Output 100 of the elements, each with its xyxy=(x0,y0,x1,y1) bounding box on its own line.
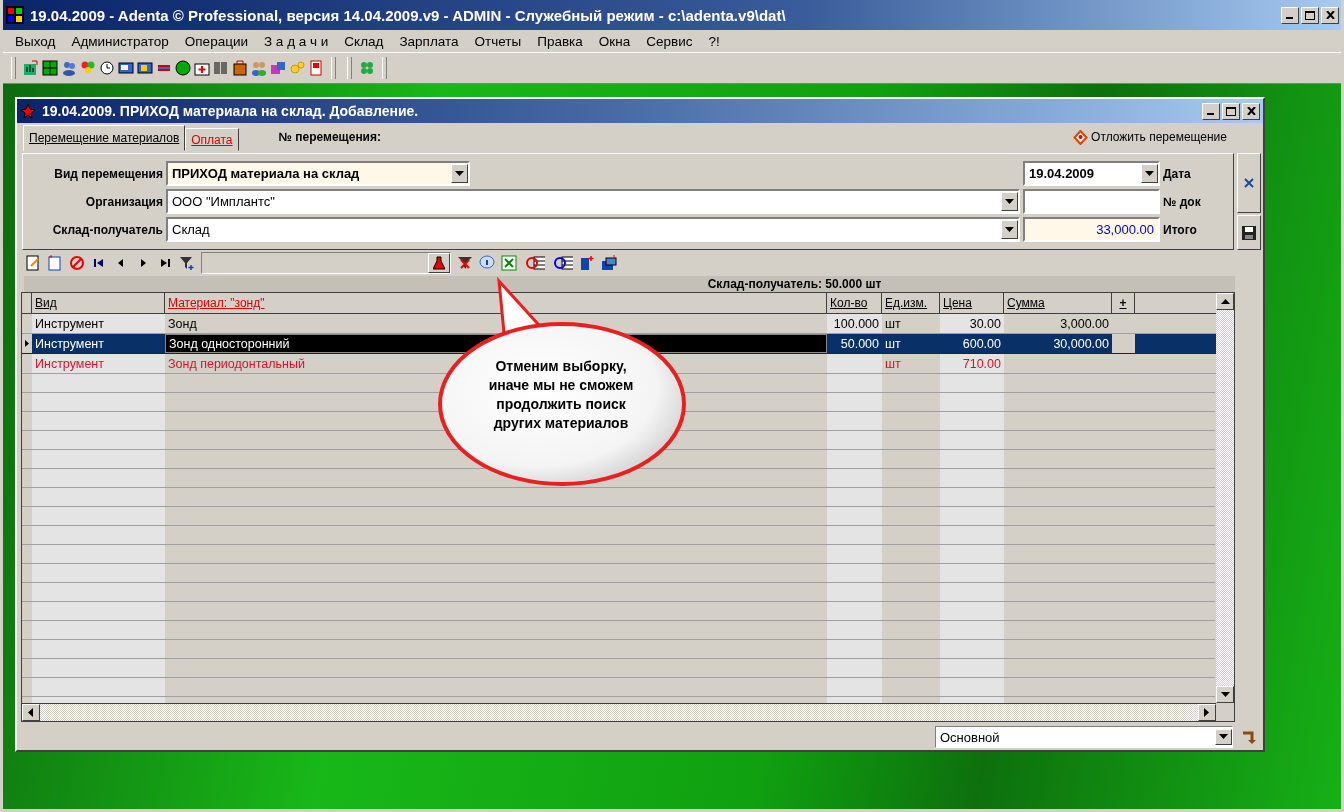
maximize-button[interactable] xyxy=(1222,102,1240,120)
column-header[interactable]: Цена xyxy=(940,293,1004,313)
medkit-icon[interactable] xyxy=(194,60,210,76)
menu-item[interactable]: Выход xyxy=(7,33,64,49)
horizontal-scrollbar[interactable] xyxy=(22,703,1216,721)
minimize-button[interactable] xyxy=(1202,102,1220,120)
scroll-down-button[interactable] xyxy=(1216,686,1234,703)
caret-icon xyxy=(1005,226,1014,233)
table-cell: 30.00 xyxy=(969,316,1001,331)
menu-item[interactable]: Окна xyxy=(590,33,639,49)
column-header[interactable]: + xyxy=(1112,293,1135,313)
table-cell: 710.00 xyxy=(962,356,1001,371)
menu-item[interactable]: Администратор xyxy=(63,33,177,49)
menu-item[interactable]: Правка xyxy=(529,33,591,49)
table-cell: шт xyxy=(885,316,901,331)
document-number-field[interactable] xyxy=(1023,189,1160,214)
new-document-icon[interactable] xyxy=(47,255,63,271)
cabinet-icon[interactable] xyxy=(232,60,248,76)
dropdown-button[interactable] xyxy=(1001,192,1018,211)
maximize-icon xyxy=(1305,10,1315,20)
no-entry-icon[interactable] xyxy=(69,255,85,271)
people-icon[interactable] xyxy=(251,60,267,76)
flask-button[interactable] xyxy=(428,253,450,273)
table-select-icon[interactable] xyxy=(551,255,573,271)
filter-add-icon[interactable] xyxy=(179,255,195,271)
table-icon[interactable] xyxy=(42,60,58,76)
dropdown-button[interactable] xyxy=(451,164,468,183)
minimize-button[interactable] xyxy=(1281,6,1299,24)
warning-diamond-icon xyxy=(1073,129,1089,145)
select-field[interactable]: Склад xyxy=(166,217,1020,242)
edit-document-icon[interactable] xyxy=(25,255,41,271)
caret-icon xyxy=(1145,170,1154,177)
spreadsheet-icon[interactable] xyxy=(501,255,517,271)
table-cell: Инструмент xyxy=(35,316,104,331)
window-add-icon[interactable] xyxy=(601,255,617,271)
menu-item[interactable]: Сервис xyxy=(638,33,701,49)
menu-item[interactable]: ?! xyxy=(700,33,728,49)
field-label: Склад-получатель xyxy=(51,222,163,237)
column-header[interactable]: Ед.изм. xyxy=(882,293,940,313)
date-field[interactable]: 19.04.2009 xyxy=(1023,161,1160,186)
table-remove-icon[interactable] xyxy=(523,255,545,271)
scroll-left-button[interactable] xyxy=(22,704,40,721)
field-label: № док xyxy=(1163,194,1202,209)
menu-item[interactable]: Склад xyxy=(336,33,392,49)
select-field[interactable]: ПРИХОД материала на склад xyxy=(166,161,470,186)
app-logo-icon xyxy=(6,6,24,24)
maximize-button[interactable] xyxy=(1301,6,1319,24)
window-title: 19.04.2009 - Adenta © Professional, версия 14.04.2009.v9 - ADMIN - Служебный режим - c:\adenta.v9\dat\ xyxy=(30,6,787,24)
scroll-right-button[interactable] xyxy=(1198,704,1216,721)
table-cell: шт xyxy=(885,336,901,351)
document-alert-icon[interactable] xyxy=(308,60,324,76)
view-select[interactable]: Основной xyxy=(935,726,1233,748)
table-cell xyxy=(827,354,882,373)
filter-remove-icon[interactable] xyxy=(457,255,473,271)
table-cell: 100.000 xyxy=(833,316,879,331)
menu-item[interactable]: Операции xyxy=(176,33,256,49)
transfer-number-label: № перемещения: xyxy=(278,130,382,144)
table-cell xyxy=(1112,334,1135,353)
menu-item[interactable]: З а д а ч и xyxy=(255,33,337,49)
close-button[interactable] xyxy=(1321,6,1339,24)
maximize-icon xyxy=(1226,106,1236,116)
menu-item[interactable]: Зарплата xyxy=(391,33,467,49)
tab[interactable]: Перемещение материалов xyxy=(23,125,186,151)
vertical-scrollbar[interactable] xyxy=(1216,293,1234,703)
clock-icon[interactable] xyxy=(99,60,115,76)
column-header[interactable]: Сумма xyxy=(1004,293,1112,313)
table-cell: шт xyxy=(885,356,901,371)
flask-icon xyxy=(433,256,445,270)
caret-icon xyxy=(1219,734,1228,740)
table-cell: Зонд периодонтальный xyxy=(168,356,305,371)
users-icon[interactable] xyxy=(61,60,77,76)
info-icon[interactable] xyxy=(479,255,495,271)
column-add-icon[interactable] xyxy=(579,255,595,271)
search-field[interactable] xyxy=(201,252,451,274)
menu-item[interactable]: Отчеты xyxy=(466,33,530,49)
save-button[interactable] xyxy=(1237,215,1261,250)
table-cell: 50.000 xyxy=(840,336,879,351)
table-cell: Зонд xyxy=(168,316,197,331)
column-header[interactable]: Вид xyxy=(32,293,165,313)
scroll-up-button[interactable] xyxy=(1216,293,1234,310)
table-cell: 30,000.00 xyxy=(1053,336,1109,351)
column-header[interactable]: Кол-во xyxy=(827,293,882,313)
field-label: Организация xyxy=(84,194,163,209)
cross-icon xyxy=(1244,178,1254,188)
field-label: Вид перемещения xyxy=(53,166,163,181)
caret-icon xyxy=(1005,198,1014,205)
select-field[interactable]: ООО "Имплантс" xyxy=(166,189,1020,214)
cancel-button[interactable] xyxy=(1237,153,1261,213)
dropdown-button[interactable] xyxy=(1141,164,1158,183)
close-icon xyxy=(1325,11,1335,19)
close-button[interactable] xyxy=(1242,102,1260,120)
turn-arrow-icon[interactable] xyxy=(1241,729,1257,745)
card-icon[interactable] xyxy=(118,60,134,76)
dropdown-button[interactable] xyxy=(1215,729,1232,745)
field-label: Итого xyxy=(1163,222,1198,237)
dropdown-button[interactable] xyxy=(1001,220,1018,239)
postpone-button[interactable]: Отложить перемещение xyxy=(1067,128,1233,146)
chart-icon[interactable] xyxy=(23,60,39,76)
row-pointer-icon xyxy=(25,340,29,347)
boxes-icon[interactable] xyxy=(270,60,286,76)
